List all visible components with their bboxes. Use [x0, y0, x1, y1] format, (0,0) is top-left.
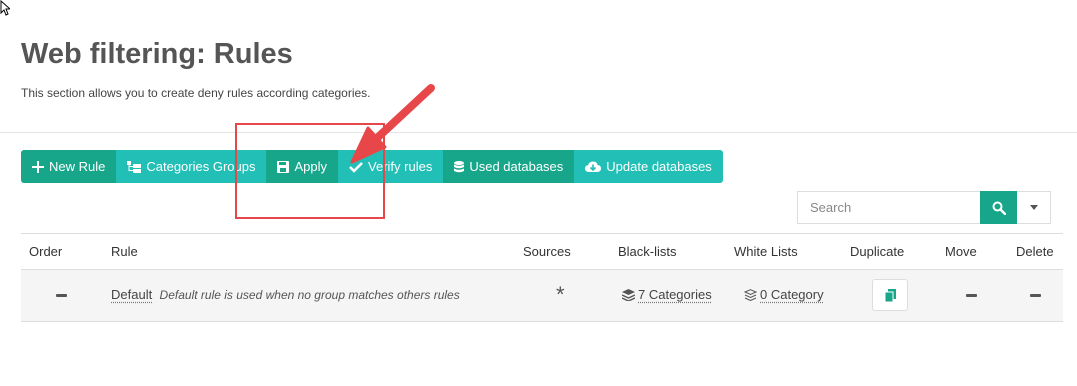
search-button[interactable]	[980, 191, 1017, 224]
rule-name-link[interactable]: Default	[111, 287, 152, 302]
used-databases-label: Used databases	[469, 159, 564, 174]
column-header-order: Order	[29, 244, 63, 259]
new-rule-label: New Rule	[49, 159, 106, 174]
delete-icon[interactable]	[1030, 294, 1041, 297]
cloud-download-icon	[585, 161, 602, 172]
mouse-cursor-icon	[0, 0, 10, 16]
column-header-sources: Sources	[523, 244, 571, 259]
order-handle-icon[interactable]	[56, 294, 67, 297]
white-lists-cell: 0 Category	[744, 287, 824, 302]
column-header-delete: Delete	[1016, 244, 1054, 259]
search-icon	[992, 201, 1006, 215]
rule-cell: Default Default rule is used when no gro…	[111, 287, 460, 302]
search-options-dropdown[interactable]	[1017, 191, 1051, 224]
used-databases-button[interactable]: Used databases	[443, 150, 575, 183]
sitemap-icon	[127, 160, 142, 173]
annotation-highlight-box	[235, 123, 385, 219]
white-lists-link[interactable]: 0 Category	[760, 287, 824, 302]
column-header-black-lists: Black-lists	[618, 244, 677, 259]
plus-icon	[32, 160, 44, 173]
search-input[interactable]	[797, 191, 980, 224]
column-header-duplicate: Duplicate	[850, 244, 905, 259]
page-title: Web filtering: Rules	[21, 38, 293, 70]
page-subtitle: This section allows you to create deny r…	[21, 86, 371, 100]
search-group	[797, 191, 1051, 224]
new-rule-button[interactable]: New Rule	[21, 150, 117, 183]
copy-icon	[884, 288, 896, 302]
update-databases-label: Update databases	[606, 159, 712, 174]
column-header-rule: Rule	[111, 244, 138, 259]
column-header-white-lists: White Lists	[734, 244, 798, 259]
move-icon[interactable]	[966, 294, 977, 297]
layers-icon	[622, 288, 635, 301]
table-header: Order Rule Sources Black-lists White Lis…	[21, 233, 1063, 270]
black-lists-link[interactable]: 7 Categories	[638, 287, 712, 302]
sources-value: *	[556, 282, 565, 307]
column-header-move: Move	[945, 244, 977, 259]
database-icon	[454, 160, 465, 172]
table-row: Default Default rule is used when no gro…	[21, 270, 1063, 322]
update-databases-button[interactable]: Update databases	[574, 150, 723, 183]
layers-outline-icon	[744, 288, 757, 301]
rule-description: Default rule is used when no group match…	[159, 288, 460, 302]
black-lists-cell: 7 Categories	[622, 287, 712, 302]
caret-down-icon	[1029, 205, 1038, 210]
divider	[0, 132, 1077, 133]
duplicate-button[interactable]	[872, 279, 908, 311]
rules-table: Order Rule Sources Black-lists White Lis…	[21, 233, 1063, 322]
